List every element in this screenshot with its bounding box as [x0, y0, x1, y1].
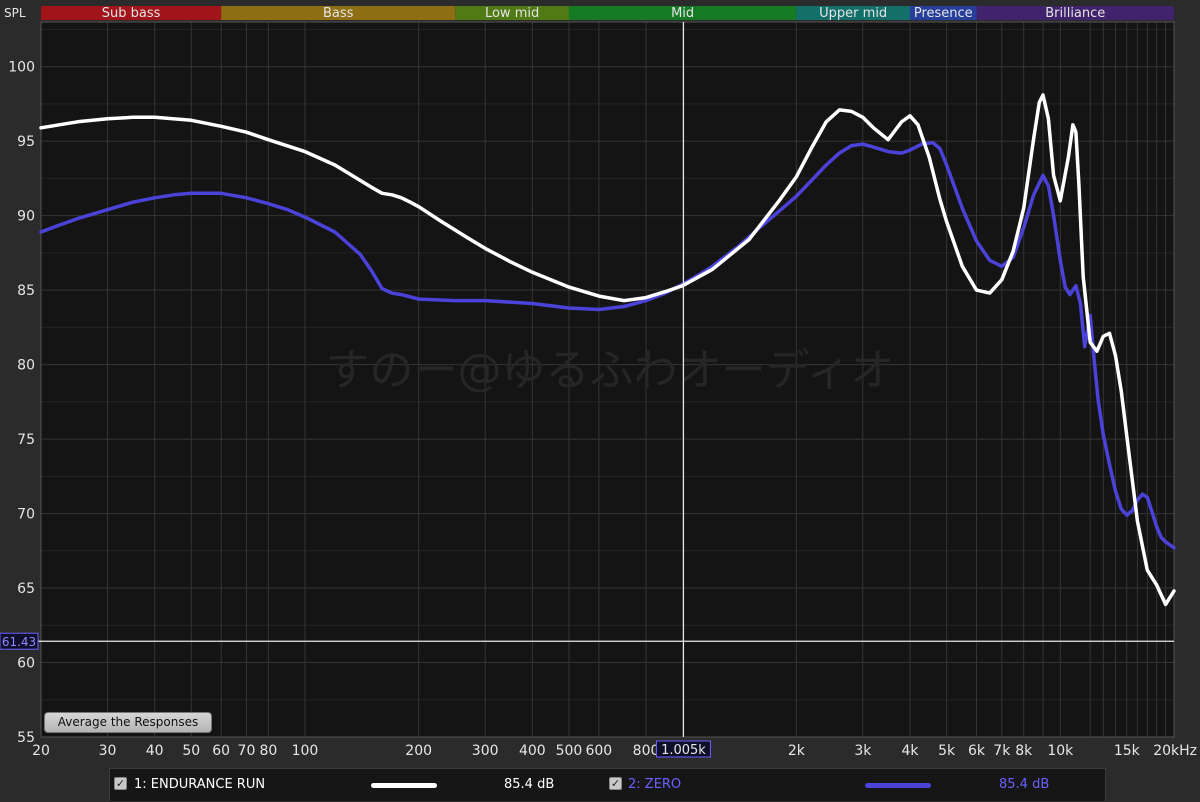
x-tick-label: 30	[99, 743, 117, 759]
cursor-y-readout: 61.43	[2, 635, 36, 649]
x-tick-label: 40	[146, 743, 164, 759]
cursor-x-readout: 1.005k	[661, 743, 706, 758]
band-label-4: Upper mid	[819, 6, 887, 21]
x-tick-label: 7k	[993, 743, 1011, 759]
x-tick-label: 50	[182, 743, 200, 759]
y-tick-label: 80	[17, 358, 35, 374]
x-tick-label: 6k	[968, 743, 986, 759]
y-tick-label: 85	[17, 283, 35, 299]
legend-level-1: 85.4 dB	[504, 777, 555, 792]
band-label-1: Bass	[323, 6, 354, 21]
x-axis: 20 30 40 50 60 70 80 100 200 300 400 500 600 800 2k 3k 4…	[32, 740, 1197, 759]
watermark: すのー@ゆるふわオーディオ	[326, 345, 895, 396]
x-tick-label: 5k	[938, 743, 956, 759]
frequency-bands: Sub bass Bass Low mid Mid Upper mid Presence B…	[41, 6, 1174, 21]
x-tick-label: 70	[238, 743, 256, 759]
x-tick-label: 300	[472, 743, 499, 759]
x-tick-label: 20	[32, 743, 50, 759]
x-tick-label: 15k	[1114, 743, 1141, 759]
x-tick-label: 20kHz	[1153, 743, 1197, 759]
y-tick-label: 70	[17, 507, 35, 523]
y-axis-title: SPL	[4, 6, 26, 20]
x-tick-label: 600	[585, 743, 612, 759]
average-responses-button[interactable]: Average the Responses	[44, 712, 212, 733]
x-tick-label: 100	[292, 743, 319, 759]
legend-line-swatch-2	[865, 783, 931, 788]
legend-bar: ✓ 1: ENDURANCE RUN 85.4 dB ✓ 2: ZERO 85.…	[109, 768, 1106, 801]
x-tick-label: 2k	[788, 743, 806, 759]
y-tick-label: 60	[17, 656, 35, 672]
legend-checkbox-2[interactable]: ✓	[609, 777, 622, 790]
y-tick-label: 65	[17, 581, 35, 597]
x-tick-label: 3k	[854, 743, 872, 759]
band-label-6: Brilliance	[1045, 6, 1105, 21]
x-tick-label: 60	[212, 743, 230, 759]
y-tick-label: 95	[17, 134, 35, 150]
legend-label-2: 2: ZERO	[628, 777, 682, 792]
y-tick-label: 90	[17, 209, 35, 225]
legend-label-1: 1: ENDURANCE RUN	[134, 777, 266, 792]
band-label-3: Mid	[671, 6, 694, 21]
y-tick-label: 75	[17, 432, 35, 448]
frequency-response-chart: Sub bass Bass Low mid Mid Upper mid Presence B…	[0, 6, 1197, 759]
band-label-2: Low mid	[485, 6, 539, 21]
x-tick-label: 8k	[1015, 743, 1033, 759]
band-label-0: Sub bass	[102, 6, 161, 21]
y-tick-label: 100	[8, 60, 35, 76]
legend-checkbox-1[interactable]: ✓	[114, 777, 127, 790]
x-tick-label: 200	[405, 743, 432, 759]
x-tick-label: 10k	[1047, 743, 1074, 759]
band-label-5: Presence	[914, 6, 973, 21]
legend-line-swatch-1	[371, 783, 437, 788]
x-tick-label: 400	[519, 743, 546, 759]
legend-level-2: 85.4 dB	[999, 777, 1050, 792]
x-tick-label: 4k	[902, 743, 920, 759]
x-tick-label: 800	[633, 743, 660, 759]
x-tick-label: 500	[556, 743, 583, 759]
x-tick-label: 80	[259, 743, 277, 759]
